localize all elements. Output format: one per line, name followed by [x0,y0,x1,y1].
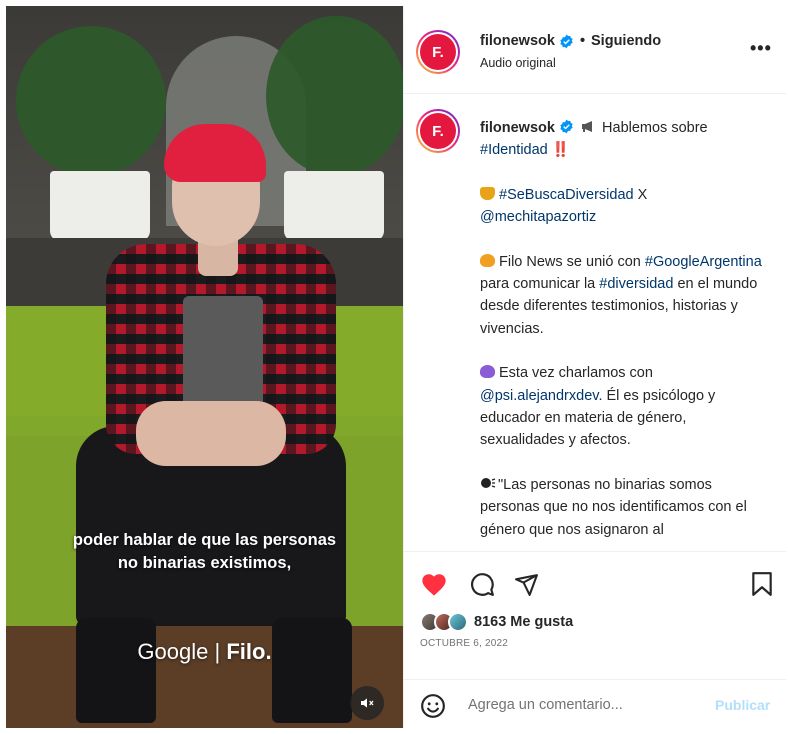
caption-p4-text-a: Esta vez charlamos con [499,365,653,382]
hashtag-googleargentina[interactable]: #GoogleArgentina [645,254,762,270]
person-hair [164,124,266,182]
video-subtitle-line1: poder hablar de que las personas [72,531,337,549]
comment-input[interactable] [468,694,698,716]
caption-p5-text: "Las personas no binarias somos personas… [480,476,747,538]
caption-paragraph-4: Esta vez charlamos con @psi.alejandrxdev… [480,362,770,452]
caption-p2-mid: X [633,186,648,203]
person-hands [136,401,286,466]
likes-count[interactable]: 8163 Me gusta [474,614,573,630]
post-panel: F. filonewsok • Siguiendo Audio original… [403,6,786,728]
header-user-row: filonewsok • Siguiendo [480,33,661,49]
comment-bar: Publicar [404,679,786,729]
caption-section: F. filonewsok Hablemos sobre #Identidad … [404,95,786,551]
caption-paragraph-2: #SeBuscaDiversidad X @mechitapazortiz [480,184,770,229]
hashtag-diversidad[interactable]: #diversidad [599,276,673,292]
post-date: OCTUBRE 6, 2022 [420,638,509,649]
header-separator: • [579,33,586,49]
heart-filled-icon [422,574,446,596]
caption-p3-text-b: para comunicar la [480,276,600,293]
post-header: F. filonewsok • Siguiendo Audio original… [404,6,786,94]
caption-paragraph-5: "Las personas no binarias somos personas… [480,474,770,541]
caption-intro-end: ‼️ [547,142,570,159]
pot-left [50,171,150,241]
publish-button[interactable]: Publicar [715,697,770,713]
mention-mechitapazortiz[interactable]: @mechitapazortiz [480,209,596,225]
boot-left [76,618,156,723]
comment-button[interactable] [468,570,496,598]
send-icon [514,573,538,596]
caption-avatar-logo: F. [420,113,456,149]
post-actions: 8163 Me gusta OCTUBRE 6, 2022 Publicar [404,551,786,728]
comment-icon [471,573,494,596]
caption-username[interactable]: filonewsok [480,120,555,136]
volume-muted-icon [361,698,374,708]
likes-row: 8163 Me gusta [420,612,573,632]
watermark-filo: Filo. [226,639,272,664]
mute-button[interactable] [350,686,384,720]
purple-heart-emoji-icon [480,365,495,379]
shield-emoji-icon [480,186,495,200]
caption-paragraph-3: Filo News se unió con #GoogleArgentina p… [480,251,770,341]
caption-avatar[interactable]: F. [416,109,460,153]
speaking-head-emoji-icon [481,477,496,488]
watermark-separator: | [214,639,221,664]
more-options-icon[interactable]: ••• [750,38,772,59]
follow-status-button[interactable]: Siguiendo [591,33,661,49]
verified-badge-icon [560,119,573,134]
caption-p3-text-a: Filo News se unió con [499,253,645,270]
plant-left [16,26,166,176]
bookmark-icon [752,572,772,596]
liker-avatar [448,612,468,632]
avatar-logo: F. [420,34,456,70]
megaphone-icon [582,121,592,132]
caption-intro: Hablemos sobre [602,120,708,136]
avatar[interactable]: F. [416,30,460,74]
plant-right [266,16,403,176]
caption-text: filonewsok Hablemos sobre #Identidad ‼️ … [480,117,770,551]
header-username[interactable]: filonewsok [480,33,555,49]
hashtag-identidad[interactable]: #Identidad [480,142,548,158]
mention-psi-alejandrxdev[interactable]: @psi.alejandrxdev [480,388,598,404]
pot-right [284,171,384,241]
verified-badge-icon [560,34,573,48]
hashtag-sebuscadiversidad[interactable]: #SeBuscaDiversidad [499,187,634,203]
watermark-google: Google [137,639,209,664]
like-button[interactable] [420,570,448,598]
boot-right [272,618,352,723]
save-button[interactable] [748,570,776,598]
reel-video[interactable]: poder hablar de que las personas no bina… [6,6,403,728]
emoji-picker-icon[interactable] [420,693,446,719]
video-watermark: Google | Filo. [6,639,403,665]
share-button[interactable] [512,570,540,598]
yellow-heart-emoji-icon [480,253,495,267]
video-subtitle-line2: no binarias existimos, [117,554,292,572]
audio-link[interactable]: Audio original [480,56,556,70]
caption-paragraph-1: filonewsok Hablemos sobre #Identidad ‼️ [480,117,770,162]
